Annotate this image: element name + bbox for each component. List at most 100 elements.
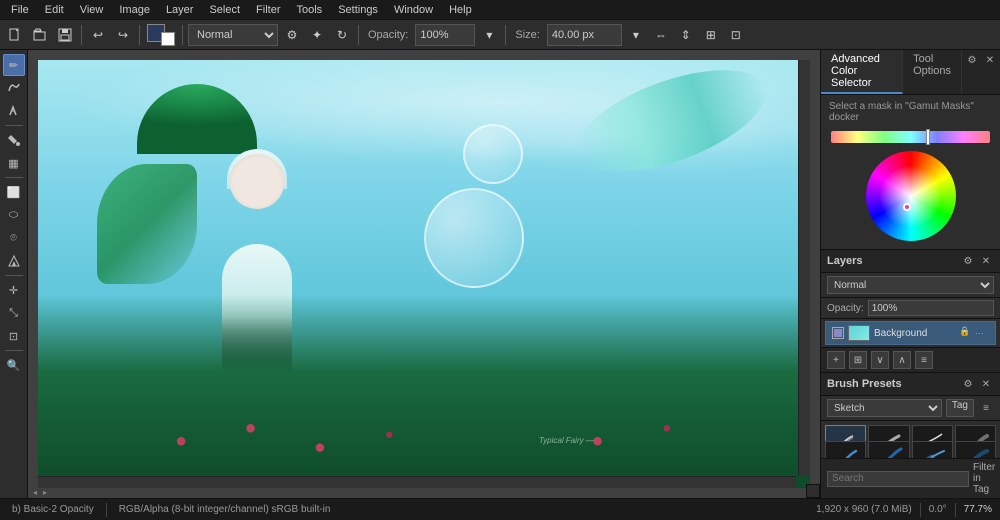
layers-panel: Layers ⚙ ✕ Normal Opacity: Ba (821, 250, 1000, 373)
layers-blend-select[interactable]: Normal (827, 276, 994, 294)
opacity-input[interactable] (415, 24, 475, 46)
color-panel-settings-btn[interactable]: ⚙ (964, 52, 980, 68)
gradient-tool[interactable]: ▦ (3, 152, 25, 174)
new-file-btn[interactable] (4, 24, 26, 46)
hue-cursor[interactable] (926, 129, 930, 145)
layers-opacity-input[interactable] (868, 300, 994, 316)
opacity-down-btn[interactable]: ▾ (478, 24, 500, 46)
color-info-status: RGB/Alpha (8-bit integer/channel) sRGB b… (115, 504, 335, 515)
canvas-area[interactable]: Typical Fairy — ◂ ▸ (28, 50, 820, 498)
art-flowers (77, 338, 772, 466)
brush-category-select[interactable]: Sketch (827, 399, 942, 417)
layer-visibility-toggle[interactable] (832, 327, 844, 339)
layer-more-btn[interactable]: ≡ (915, 351, 933, 369)
brush-tool[interactable]: ✏ (3, 54, 25, 76)
menu-filter[interactable]: Filter (249, 2, 287, 18)
statusbar: b) Basic-2 Opacity RGB/Alpha (8-bit inte… (0, 498, 1000, 520)
brush-panel: Brush Presets ⚙ ✕ Sketch Tag ≡ (821, 373, 1000, 498)
mirror-h-btn[interactable]: ⇔ (650, 24, 672, 46)
calligraphy-tool[interactable] (3, 100, 25, 122)
layer-options-btn[interactable]: … (975, 326, 989, 340)
art-watermark: Typical Fairy — (539, 436, 594, 445)
tag-btn[interactable]: Tag (946, 399, 974, 417)
menu-help[interactable]: Help (442, 2, 479, 18)
layer-background-row[interactable]: Background 🔒 … (825, 321, 996, 345)
layers-close-btn[interactable]: ✕ (978, 253, 994, 269)
scroll-right[interactable]: ▸ (41, 488, 49, 497)
layers-toolbar: + ⊞ ∨ ∧ ≡ (821, 347, 1000, 372)
save-btn[interactable] (54, 24, 76, 46)
tab-tool-options[interactable]: Tool Options (903, 50, 962, 94)
brush-item-7[interactable] (912, 441, 953, 459)
menu-window[interactable]: Window (387, 2, 440, 18)
color-pair[interactable] (147, 24, 175, 46)
size-input[interactable] (547, 24, 622, 46)
ellipse-select-tool[interactable]: ⬭ (3, 204, 25, 226)
refresh-btn[interactable]: ↻ (331, 24, 353, 46)
zoom-tool[interactable]: 🔍 (3, 354, 25, 376)
brush-settings-btn[interactable]: ⚙ (281, 24, 303, 46)
color-panel-close-btn[interactable]: ✕ (982, 52, 998, 68)
vertical-scrollbar[interactable] (798, 60, 810, 476)
freehand-tool[interactable] (3, 77, 25, 99)
brush-item-8[interactable] (955, 441, 996, 459)
brush-panel-settings-btn[interactable]: ⚙ (960, 376, 976, 392)
canvas-wrapper: Typical Fairy — (38, 60, 810, 488)
brush-list-view-btn[interactable]: ≡ (978, 400, 994, 416)
tab-advanced-color[interactable]: Advanced Color Selector (821, 50, 903, 94)
undo-btn[interactable]: ↩ (87, 24, 109, 46)
transform-tool[interactable]: ⤡ (3, 302, 25, 324)
open-btn[interactable] (29, 24, 51, 46)
layer-visibility-indicator (834, 329, 842, 337)
layer-thumbnail (848, 325, 870, 341)
color-wheel-container[interactable] (825, 147, 996, 245)
menu-select[interactable]: Select (202, 2, 247, 18)
layer-up-btn[interactable]: ∧ (893, 351, 911, 369)
status-sep-2 (920, 503, 921, 517)
status-sep-3 (955, 503, 956, 517)
blend-mode-select[interactable]: Normal (188, 24, 278, 46)
zoom-level: 77.7% (964, 504, 992, 515)
scroll-left[interactable]: ◂ (31, 488, 39, 497)
brush-panel-close-btn[interactable]: ✕ (978, 376, 994, 392)
move-tool[interactable]: ✛ (3, 279, 25, 301)
size-down-btn[interactable]: ▾ (625, 24, 647, 46)
freehand-select-tool[interactable]: ⌾ (3, 227, 25, 249)
background-color[interactable] (161, 32, 175, 46)
brush-item-5[interactable] (825, 441, 866, 459)
stabilizer-btn[interactable]: ✦ (306, 24, 328, 46)
layers-settings-btn[interactable]: ⚙ (960, 253, 976, 269)
rect-select-tool[interactable]: ⬜ (3, 181, 25, 203)
toolbox: ✏ ▦ ⬜ ⬭ ⌾ ✛ ⤡ ⊡ 🔍 (0, 50, 28, 498)
add-group-btn[interactable]: ⊞ (849, 351, 867, 369)
fill-tool[interactable] (3, 129, 25, 151)
menu-view[interactable]: View (73, 2, 111, 18)
wrap-btn[interactable]: ⊞ (700, 24, 722, 46)
art-wing (97, 164, 197, 284)
layers-opacity-label: Opacity: (827, 303, 864, 314)
layers-panel-header: Layers ⚙ ✕ (821, 250, 1000, 273)
layer-actions: 🔒 … (959, 326, 989, 340)
layer-lock-btn[interactable]: 🔒 (959, 326, 973, 340)
hue-bar[interactable] (831, 131, 990, 143)
gamut-mask-notice: Select a mask in "Gamut Masks" docker (825, 99, 996, 127)
color-cursor[interactable] (903, 203, 911, 211)
menu-tools[interactable]: Tools (290, 2, 330, 18)
menu-edit[interactable]: Edit (38, 2, 71, 18)
menu-settings[interactable]: Settings (331, 2, 385, 18)
menu-layer[interactable]: Layer (159, 2, 201, 18)
brush-item-6[interactable] (868, 441, 909, 459)
extra-btn[interactable]: ⊡ (725, 24, 747, 46)
canvas-image[interactable]: Typical Fairy — (38, 60, 810, 488)
add-layer-btn[interactable]: + (827, 351, 845, 369)
contiguous-select-tool[interactable] (3, 250, 25, 272)
menu-image[interactable]: Image (112, 2, 157, 18)
redo-btn[interactable]: ↪ (112, 24, 134, 46)
color-wheel[interactable] (866, 151, 956, 241)
mirror-v-btn[interactable]: ⇕ (675, 24, 697, 46)
menu-file[interactable]: File (4, 2, 36, 18)
brush-search-input[interactable] (827, 471, 969, 487)
crop-tool[interactable]: ⊡ (3, 325, 25, 347)
horizontal-scrollbar[interactable] (38, 476, 796, 488)
layer-down-btn[interactable]: ∨ (871, 351, 889, 369)
